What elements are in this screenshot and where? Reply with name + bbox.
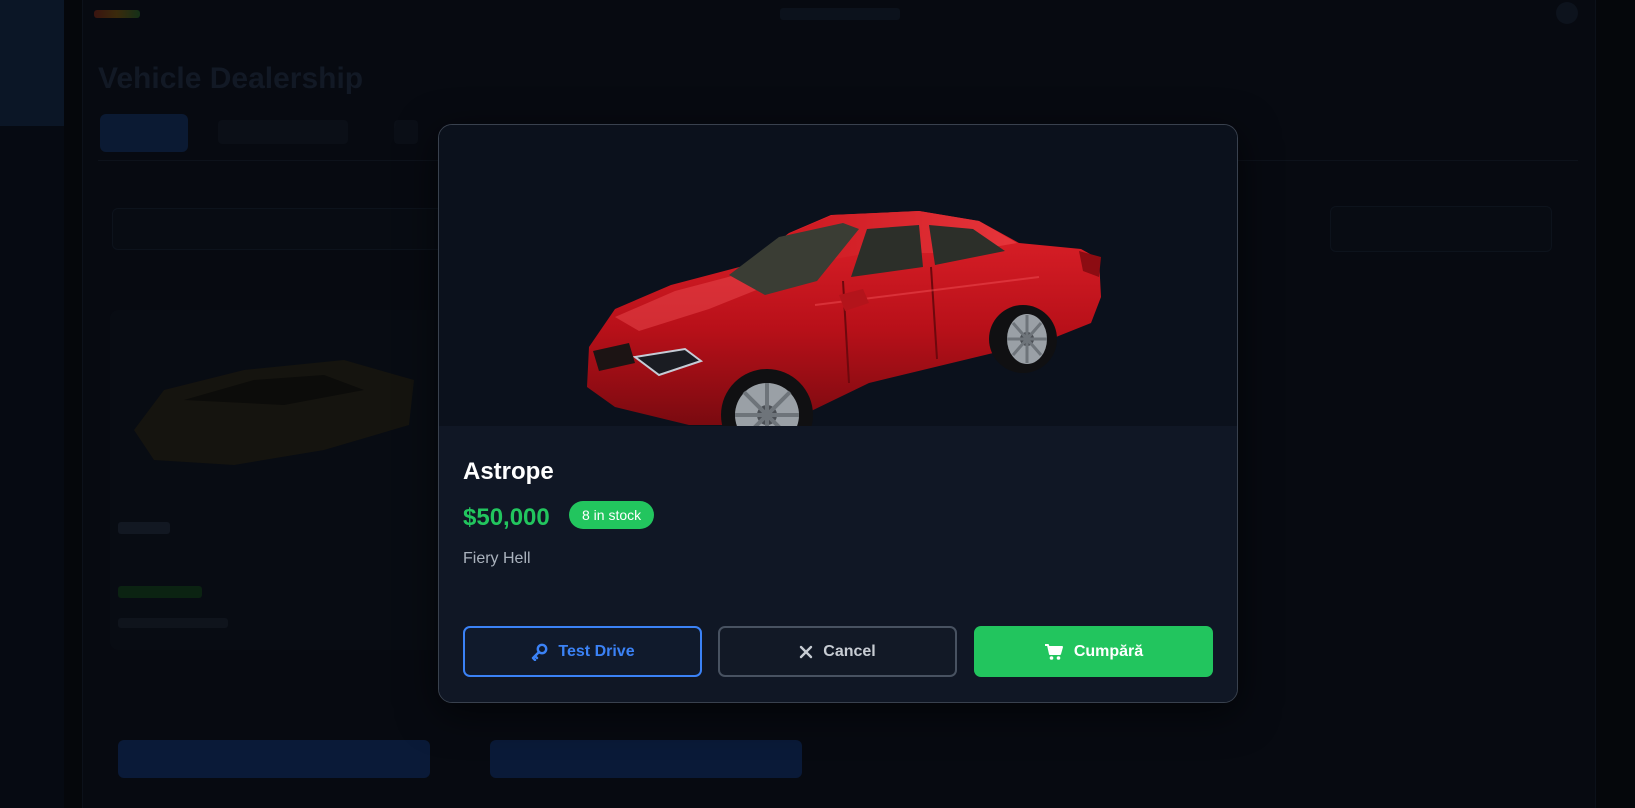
vehicle-image <box>439 125 1237 426</box>
filter-select <box>1330 206 1552 252</box>
vehicle-card-stock <box>118 618 228 628</box>
vehicle-purchase-modal: Astrope $50,000 8 in stock Fiery Hell Te… <box>438 124 1238 703</box>
test-drive-label: Test Drive <box>558 642 635 660</box>
tab-active <box>100 114 188 152</box>
vehicle-card-button <box>118 740 430 778</box>
vehicle-name: Astrope <box>463 458 554 485</box>
tab-icon <box>394 120 418 144</box>
vehicle-color-name: Fiery Hell <box>463 550 531 567</box>
vehicle-card-name <box>118 522 170 534</box>
vehicle-card-price <box>118 586 202 598</box>
logo <box>94 10 140 18</box>
vehicle-card-image <box>134 360 414 465</box>
tab <box>218 120 348 144</box>
page-title: Vehicle Dealership <box>98 62 364 95</box>
key-icon <box>530 643 548 661</box>
cart-icon <box>1044 643 1064 661</box>
cancel-button[interactable]: Cancel <box>718 626 957 677</box>
sidebar-active-item <box>0 0 64 126</box>
test-drive-button[interactable]: Test Drive <box>463 626 702 677</box>
buy-label: Cumpără <box>1073 642 1144 660</box>
vehicle-card-button <box>490 740 802 778</box>
top-nav-item <box>780 8 900 20</box>
cancel-label: Cancel <box>823 642 876 660</box>
stock-badge: 8 in stock <box>569 501 655 529</box>
user-avatar <box>1556 2 1578 24</box>
close-icon <box>799 645 813 659</box>
modal-body: Astrope $50,000 8 in stock Fiery Hell Te… <box>439 426 1237 702</box>
buy-button[interactable]: Cumpără <box>974 626 1213 677</box>
car-image <box>587 211 1101 426</box>
vehicle-price: $50,000 <box>463 504 550 531</box>
